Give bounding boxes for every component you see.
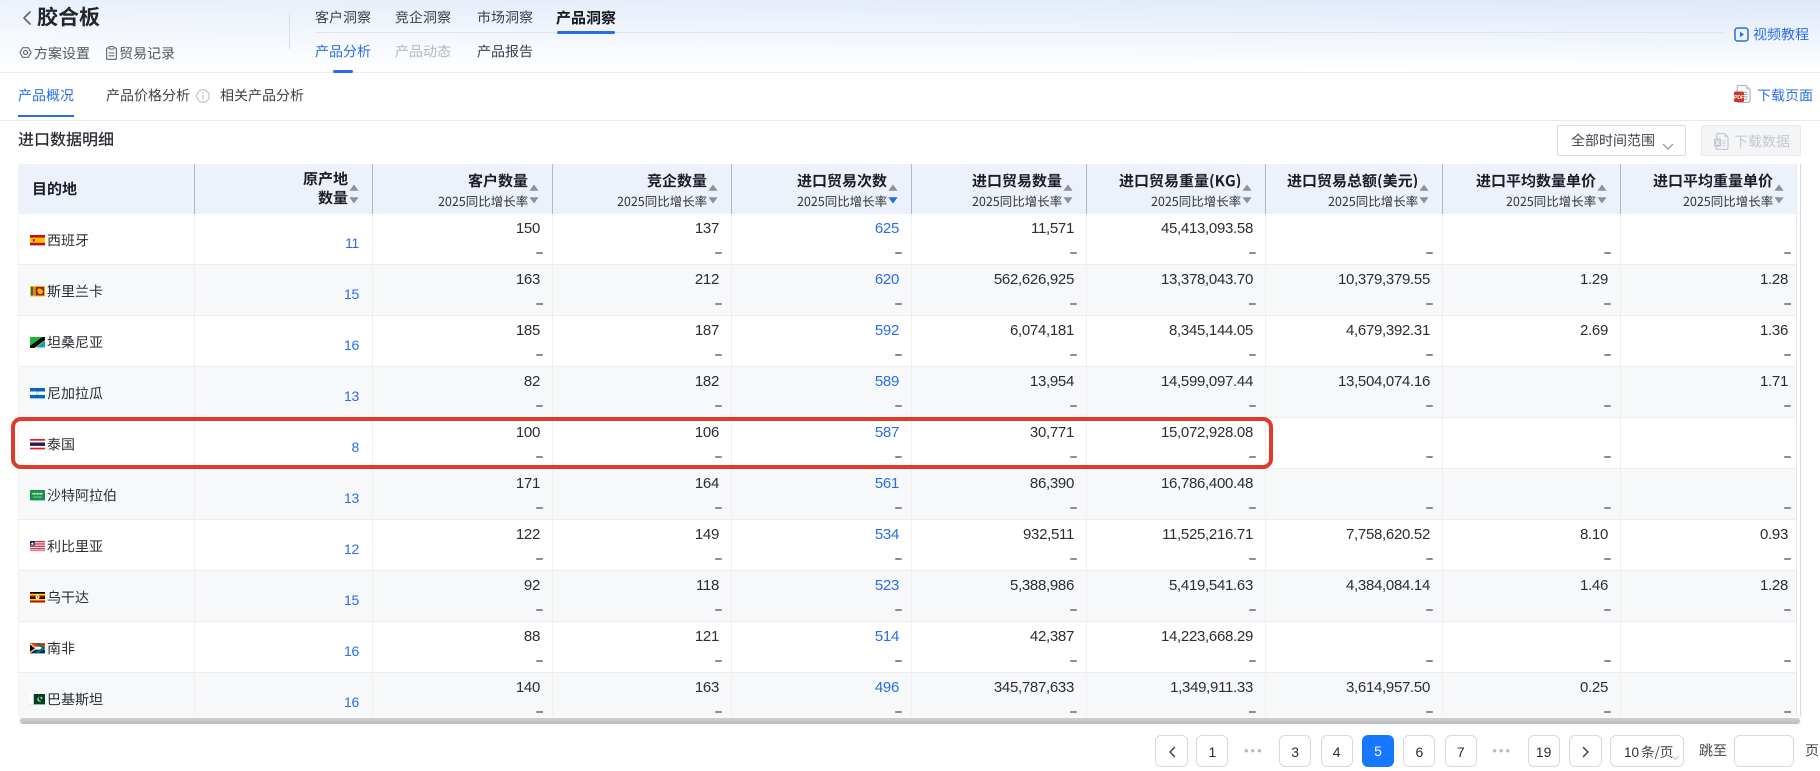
svg-text:X: X [1715,140,1720,147]
svg-text:PDF: PDF [1734,95,1744,101]
